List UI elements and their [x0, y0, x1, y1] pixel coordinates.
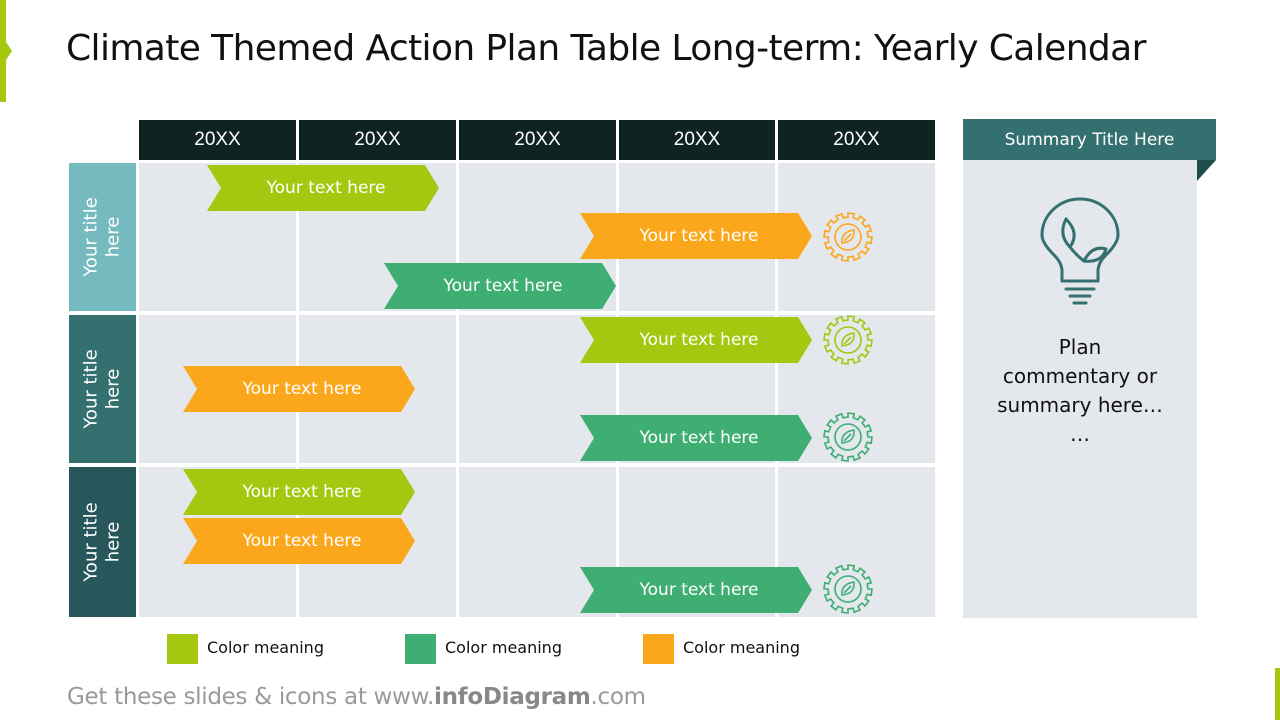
footer-suffix: .com — [590, 684, 647, 710]
timeline-bar: Your text here — [183, 518, 415, 564]
year-header-3: 20XX — [459, 120, 616, 160]
footer-prefix: Get these slides & icons at www. — [67, 684, 434, 710]
footer-brand: infoDiagram — [433, 684, 591, 710]
gear-leaf-icon — [823, 412, 873, 462]
year-header-5: 20XX — [778, 120, 935, 160]
row-title-3-text: Your title here — [80, 502, 124, 582]
timeline-bar: Your text here — [384, 263, 616, 309]
gear-leaf-icon — [823, 564, 873, 614]
row-title-2-text: Your title here — [80, 349, 124, 429]
timeline-bar: Your text here — [580, 567, 812, 613]
timeline-bar: Your text here — [207, 165, 439, 211]
row-title-2: Your title here — [69, 315, 136, 463]
slide-title: Climate Themed Action Plan Table Long-te… — [66, 28, 1146, 69]
gear-leaf-icon — [823, 315, 873, 365]
lightbulb-leaf-icon — [1040, 197, 1120, 305]
year-header-2: 20XX — [299, 120, 456, 160]
timeline-bar: Your text here — [580, 317, 812, 363]
accent-notch — [6, 42, 12, 60]
timeline-bar: Your text here — [580, 213, 812, 259]
year-header-4: 20XX — [619, 120, 775, 160]
summary-title: Summary Title Here — [963, 119, 1216, 160]
footer-credit: Get these slides & icons at www.infoDiag… — [67, 684, 646, 710]
legend-label: Color meaning — [445, 638, 562, 657]
gear-leaf-icon — [823, 212, 873, 262]
row-title-1: Your title here — [69, 163, 136, 311]
legend-label: Color meaning — [207, 638, 324, 657]
summary-fold — [1197, 160, 1216, 181]
legend-label: Color meaning — [683, 638, 800, 657]
legend-swatch-lime — [167, 634, 198, 664]
row-title-1-text: Your title here — [80, 197, 124, 277]
timeline-bar: Your text here — [183, 366, 415, 412]
row-title-3: Your title here — [69, 467, 136, 617]
summary-text: Plan commentary or summary here… … — [997, 335, 1163, 446]
right-accent-bar — [1275, 668, 1280, 720]
timeline-bar: Your text here — [183, 469, 415, 515]
legend-swatch-orange — [643, 634, 674, 664]
year-header-1: 20XX — [139, 120, 296, 160]
timeline-bar: Your text here — [580, 415, 812, 461]
legend-swatch-green — [405, 634, 436, 664]
